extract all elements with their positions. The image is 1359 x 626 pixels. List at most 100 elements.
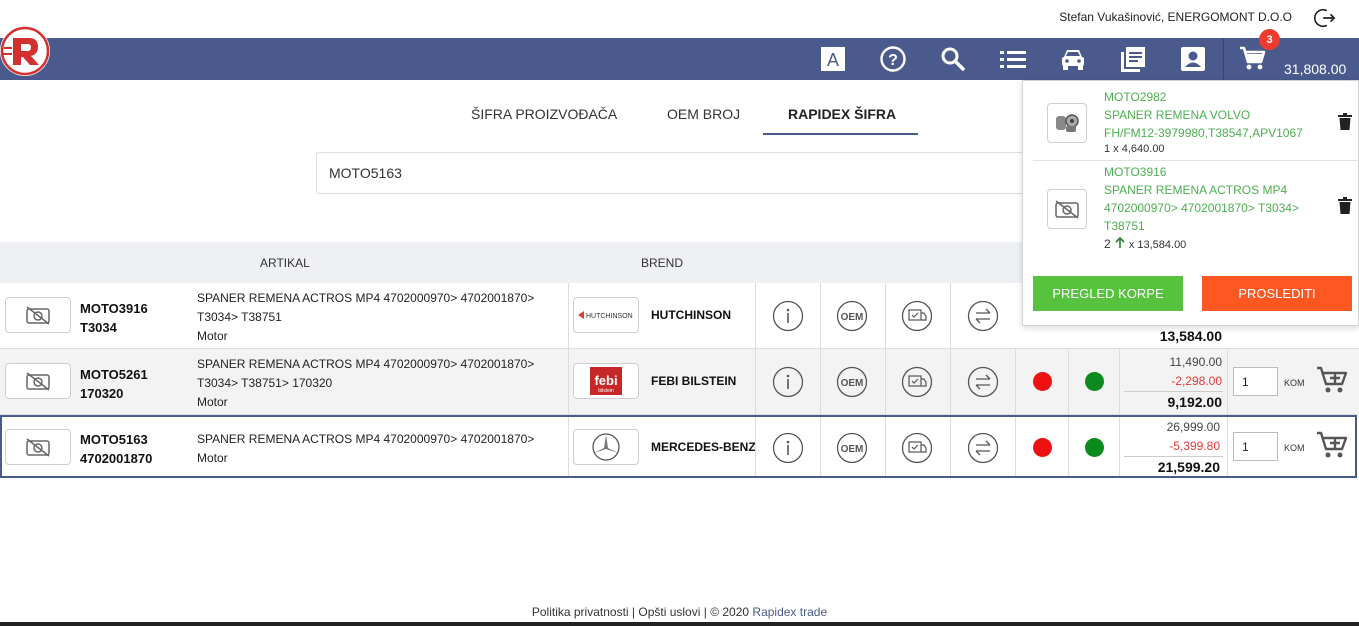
tab-oem-number[interactable]: OEM BROJ	[667, 106, 740, 122]
company-link[interactable]: Rapidex trade	[752, 605, 827, 619]
price-divider	[1124, 456, 1223, 457]
cell-divider	[1068, 349, 1069, 414]
privacy-link[interactable]: Politika privatnosti	[532, 605, 629, 619]
cell-divider	[1119, 417, 1120, 476]
cart-item-price: x 13,584.00	[1128, 239, 1187, 251]
item-code-secondary: T3034	[80, 320, 117, 335]
cart-item-text[interactable]: MOTO2982 SPANER REMENA VOLVO FH/FM12-397…	[1104, 88, 1304, 142]
cross-reference-icon[interactable]	[967, 300, 999, 332]
add-to-cart-icon[interactable]	[1316, 365, 1350, 395]
item-description-text: SPANER REMENA ACTROS MP4 4702000970> 470…	[197, 357, 535, 390]
tab-manufacturer-code[interactable]: ŠIFRA PROIZVOĐAČA	[471, 106, 617, 122]
price-original: 11,490.00	[1169, 355, 1223, 369]
tab-rapidex-code[interactable]: RAPIDEX ŠIFRA	[788, 106, 896, 122]
delivery-icon[interactable]	[901, 366, 933, 398]
item-description-text: SPANER REMENA ACTROS MP4 4702000970> 470…	[197, 432, 535, 446]
proceed-button[interactable]: PROSLEDITI	[1202, 276, 1352, 311]
stock-status-red	[1033, 372, 1052, 391]
item-code-primary: MOTO5261	[80, 367, 148, 382]
footer: Politika privatnosti | Opšti uslovi | © …	[0, 605, 1359, 619]
search-input[interactable]	[317, 153, 1075, 193]
oem-icon[interactable]: OEM	[836, 432, 868, 464]
no-photo-icon[interactable]	[1047, 189, 1087, 229]
cart-item-text[interactable]: MOTO3916 SPANER REMENA ACTROS MP4 470200…	[1104, 163, 1304, 235]
list-icon[interactable]	[999, 45, 1027, 73]
unit-label: KOM	[1284, 378, 1305, 388]
delivery-icon[interactable]	[901, 432, 933, 464]
help-icon[interactable]: ?	[879, 45, 907, 73]
item-code-secondary: 170320	[80, 386, 124, 401]
svg-text:OEM: OEM	[841, 312, 864, 323]
quantity-input[interactable]	[1233, 432, 1278, 461]
search-icon[interactable]	[939, 45, 967, 73]
cart-item-name[interactable]: SPANER REMENA VOLVO FH/FM12-3979980,T385…	[1104, 106, 1304, 142]
rapidex-logo[interactable]	[0, 26, 50, 76]
no-photo-icon[interactable]	[5, 297, 71, 333]
cell-divider	[1227, 349, 1228, 414]
mercedes-benz-logo	[573, 429, 639, 465]
cart-item-qty: 2 x 13,584.00	[1104, 236, 1187, 251]
trash-icon[interactable]	[1338, 113, 1352, 131]
cart-item-name[interactable]: SPANER REMENA ACTROS MP4 4702000970> 470…	[1104, 181, 1304, 235]
review-cart-button[interactable]: PREGLED KORPE	[1033, 276, 1183, 311]
info-icon[interactable]	[772, 432, 804, 464]
item-description-text: SPANER REMENA ACTROS MP4 4702000970> 470…	[197, 291, 535, 324]
no-photo-icon[interactable]	[5, 363, 71, 399]
cart-icon[interactable]	[1239, 45, 1267, 73]
oem-icon[interactable]: OEM	[836, 366, 868, 398]
cell-divider	[1068, 417, 1069, 476]
cell-divider	[950, 349, 951, 414]
price-discount: -2,298.00	[1171, 374, 1222, 388]
account-icon[interactable]	[1179, 45, 1207, 73]
cell-divider	[568, 283, 569, 348]
svg-text:OEM: OEM	[841, 378, 864, 389]
cart-item-qty: 1 x 4,640.00	[1104, 143, 1165, 155]
nav-separator	[1223, 38, 1224, 80]
cross-reference-icon[interactable]	[967, 432, 999, 464]
svg-text:bilstein: bilstein	[598, 388, 614, 394]
cell-divider	[820, 417, 821, 476]
active-tab-indicator	[763, 133, 918, 135]
item-code: MOTO3916 T3034	[80, 299, 148, 337]
cell-divider	[885, 349, 886, 414]
febi-bilstein-logo: febi bilstein	[573, 363, 639, 399]
no-photo-icon[interactable]	[5, 429, 71, 465]
cell-divider	[1119, 349, 1120, 414]
item-code-secondary: 4702001870	[80, 451, 153, 466]
copyright-text: | © 2020	[700, 605, 753, 619]
header-article: ARTIKAL	[260, 256, 310, 270]
catalog-icon[interactable]	[1119, 45, 1147, 73]
price-final: 13,584.00	[1159, 328, 1222, 344]
cell-divider	[755, 349, 756, 414]
svg-text:OEM: OEM	[841, 444, 864, 455]
info-icon[interactable]	[772, 300, 804, 332]
item-description: SPANER REMENA ACTROS MP4 4702000970> 470…	[197, 289, 567, 346]
add-to-cart-icon[interactable]	[1316, 430, 1350, 460]
cell-divider	[1227, 417, 1228, 476]
terms-link[interactable]: Opšti uslovi	[638, 605, 700, 619]
stock-status-red	[1033, 438, 1052, 457]
product-thumbnail[interactable]	[1047, 103, 1087, 143]
info-icon[interactable]	[772, 366, 804, 398]
top-bar: Stefan Vukašinović, ENERGOMONT D.O.O	[0, 0, 1359, 38]
quantity-input[interactable]	[1233, 367, 1278, 396]
cart-total[interactable]: 31,808.00	[1284, 61, 1346, 77]
cart-item: MOTO2982 SPANER REMENA VOLVO FH/FM12-397…	[1033, 81, 1359, 161]
price-final: 21,599.20	[1157, 459, 1220, 475]
cell-divider	[885, 417, 886, 476]
header-brand: BREND	[641, 256, 684, 270]
item-description: SPANER REMENA ACTROS MP4 4702000970> 470…	[197, 355, 567, 412]
delivery-icon[interactable]	[901, 300, 933, 332]
cell-divider	[950, 417, 951, 476]
brand-name: HUTCHINSON	[651, 308, 731, 322]
oem-icon[interactable]: OEM	[836, 300, 868, 332]
logout-icon[interactable]	[1313, 7, 1337, 29]
arrow-up-icon[interactable]	[1114, 236, 1126, 249]
cart-item-code[interactable]: MOTO2982	[1104, 88, 1304, 106]
cart-item-code[interactable]: MOTO3916	[1104, 163, 1304, 181]
trash-icon[interactable]	[1338, 197, 1352, 215]
car-icon[interactable]	[1059, 45, 1087, 73]
cell-divider	[950, 283, 951, 348]
letter-a-icon[interactable]: A	[819, 45, 847, 73]
cross-reference-icon[interactable]	[967, 366, 999, 398]
